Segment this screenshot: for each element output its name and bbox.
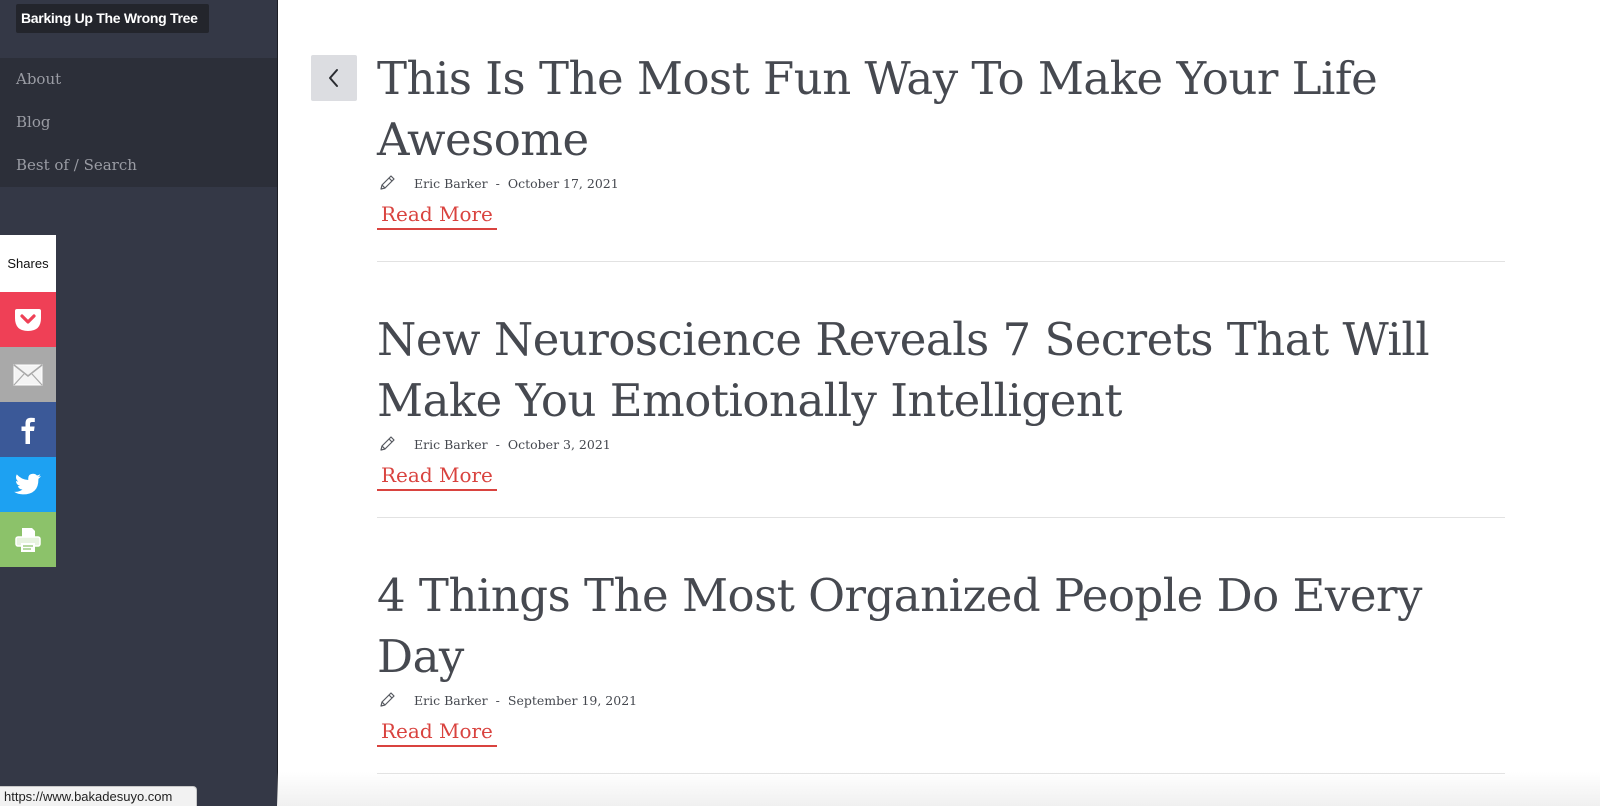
post-author[interactable]: Eric Barker [414, 437, 488, 452]
pencil-icon [380, 692, 395, 707]
post-title[interactable]: This Is The Most Fun Way To Make Your Li… [377, 48, 1505, 170]
nav-item-blog[interactable]: Blog [0, 101, 277, 144]
pocket-share-button[interactable] [0, 292, 56, 347]
nav-menu: About Blog Best of / Search [0, 58, 277, 187]
print-icon [15, 527, 41, 552]
read-more-link[interactable]: Read More [377, 202, 497, 230]
pencil-icon [380, 436, 395, 451]
post-title[interactable]: 4 Things The Most Organized People Do Ev… [377, 565, 1505, 687]
post-meta: Eric Barker - October 17, 2021 [377, 173, 1505, 193]
post-item: New Neuroscience Reveals 7 Secrets That … [377, 262, 1505, 518]
meta-separator: - [495, 692, 500, 708]
facebook-icon [21, 417, 35, 444]
meta-separator: - [495, 436, 500, 452]
post-date: October 3, 2021 [507, 436, 611, 452]
email-icon [13, 363, 43, 385]
post-author[interactable]: Eric Barker [414, 176, 488, 191]
post-item: 4 Things The Most Organized People Do Ev… [377, 518, 1505, 774]
post-meta: Eric Barker - October 3, 2021 [377, 434, 1505, 454]
post-item: This Is The Most Fun Way To Make Your Li… [377, 0, 1505, 262]
nav-item-about[interactable]: About [0, 58, 277, 101]
back-button[interactable] [311, 55, 357, 101]
post-list: This Is The Most Fun Way To Make Your Li… [377, 0, 1505, 774]
shares-label: Shares [0, 235, 56, 292]
meta-separator: - [495, 175, 500, 191]
print-share-button[interactable] [0, 512, 56, 567]
chevron-left-icon [329, 69, 338, 87]
read-more-link[interactable]: Read More [377, 719, 497, 747]
post-date: October 17, 2021 [507, 175, 619, 191]
post-meta: Eric Barker - September 19, 2021 [377, 690, 1505, 710]
email-share-button[interactable] [0, 347, 56, 402]
pencil-icon [380, 175, 395, 190]
post-date: September 19, 2021 [507, 692, 638, 708]
share-bar: Shares [0, 235, 56, 567]
facebook-share-button[interactable] [0, 402, 56, 457]
post-author[interactable]: Eric Barker [414, 693, 488, 708]
status-bar-url: https://www.bakadesuyo.com [0, 786, 197, 806]
nav-item-best-of-search[interactable]: Best of / Search [0, 144, 277, 187]
site-title[interactable]: Barking Up The Wrong Tree [16, 4, 209, 33]
post-title[interactable]: New Neuroscience Reveals 7 Secrets That … [377, 309, 1505, 431]
twitter-share-button[interactable] [0, 457, 56, 512]
read-more-link[interactable]: Read More [377, 463, 497, 491]
bottom-fade [277, 772, 1600, 806]
twitter-icon [14, 473, 41, 494]
pocket-icon [15, 308, 41, 331]
